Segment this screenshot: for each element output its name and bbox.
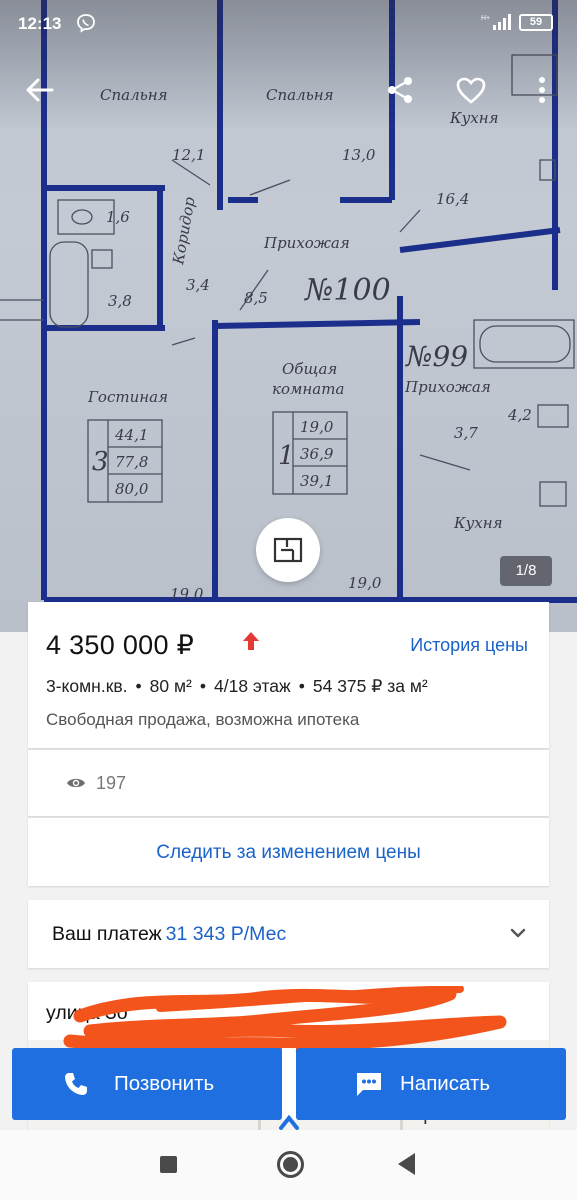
recent-apps-button[interactable] xyxy=(160,1156,177,1173)
svg-text:77,8: 77,8 xyxy=(115,453,148,471)
price-history-link[interactable]: История цены xyxy=(410,635,528,656)
write-button[interactable]: Написать xyxy=(296,1048,566,1120)
plan-room-label: Спальня xyxy=(266,86,334,104)
plan-room-label: 12,1 xyxy=(172,146,205,164)
track-price-card[interactable]: Следить за изменением цены xyxy=(28,817,549,886)
plan-room-label: Прихожая xyxy=(404,378,491,396)
arrow-left-icon xyxy=(26,78,54,102)
back-button[interactable] xyxy=(20,70,60,110)
spec-area: 80 м² xyxy=(149,676,192,696)
redaction-scribble xyxy=(63,986,507,1052)
call-label: Позвонить xyxy=(114,1072,215,1095)
system-nav-bar xyxy=(0,1130,577,1200)
payment-card[interactable]: Ваш платеж 31 343 Р/Мес xyxy=(28,900,549,968)
spec-floor: 4/18 этаж xyxy=(214,676,291,696)
spec-rooms: 3-комн.кв. xyxy=(46,676,128,696)
share-icon xyxy=(388,77,412,103)
favorite-button[interactable] xyxy=(450,70,492,110)
photo-counter: 1/8 xyxy=(500,556,552,586)
payment-label: Ваш платеж xyxy=(52,923,162,945)
plan-room-label: 3,4 xyxy=(186,276,210,294)
plan-room-label: 8,5 xyxy=(244,289,268,307)
payment-row: Ваш платеж 31 343 Р/Мес xyxy=(52,923,286,946)
price-up-arrow-icon xyxy=(243,632,259,650)
plan-room-label: 4,2 xyxy=(507,406,532,424)
plan-room-label: 1,6 xyxy=(106,208,130,226)
plan-room-label: 19,0 xyxy=(348,574,382,592)
chat-icon xyxy=(357,1073,381,1096)
svg-text:39,1: 39,1 xyxy=(300,472,333,490)
plan-room-label: Кухня xyxy=(449,109,499,127)
plan-room-label: 13,0 xyxy=(342,146,376,164)
plan-room-label: Кухня xyxy=(453,514,503,532)
floor-plan-button[interactable] xyxy=(256,518,320,582)
status-time: 12:13 xyxy=(18,14,62,33)
home-button[interactable] xyxy=(277,1151,304,1178)
chevron-down-icon[interactable] xyxy=(509,924,527,942)
track-price-button[interactable]: Следить за изменением цены xyxy=(28,842,549,864)
floor-plan-icon xyxy=(273,537,303,563)
svg-text:80,0: 80,0 xyxy=(115,480,149,498)
listing-specs: 3-комн.кв. • 80 м² • 4/18 этаж • 54 375 ₽ за м… xyxy=(46,676,428,696)
plan-room-label: Общая xyxy=(282,360,337,378)
battery-icon: 59 xyxy=(519,14,553,31)
svg-text:36,9: 36,9 xyxy=(300,445,334,463)
sale-type: Свободная продажа, возможна ипотека xyxy=(46,710,360,729)
viber-icon xyxy=(77,14,95,33)
plan-table-left-rooms: 3 xyxy=(92,447,109,477)
plan-room-label: №100 xyxy=(303,273,391,308)
heart-icon xyxy=(456,77,486,104)
svg-text:19,0: 19,0 xyxy=(300,418,334,436)
svg-text:H+: H+ xyxy=(481,15,490,22)
eye-icon xyxy=(67,778,85,788)
plan-room-label: Прихожая xyxy=(263,234,350,252)
plan-room-label: Коридор xyxy=(169,195,199,267)
plan-room-label: 16,4 xyxy=(436,190,469,208)
phone-icon xyxy=(65,1073,87,1095)
views-count: 197 xyxy=(96,773,127,793)
write-label: Написать xyxy=(400,1072,491,1095)
price: 4 350 000 ₽ xyxy=(46,630,195,660)
system-back-button[interactable] xyxy=(398,1153,415,1175)
plan-table-mid-rooms: 1 xyxy=(278,441,295,471)
more-vertical-icon xyxy=(539,77,545,103)
more-options-button[interactable] xyxy=(528,70,556,110)
views-card: 197 xyxy=(28,749,549,816)
plan-room-label: 3,7 xyxy=(454,424,478,442)
plan-room-label: 19,0 xyxy=(170,585,204,603)
status-bar: 12:13 H+ 59 xyxy=(0,0,577,46)
spec-price-per-m2: 54 375 ₽ за м² xyxy=(312,676,428,696)
call-button[interactable]: Позвонить xyxy=(12,1048,282,1120)
share-button[interactable] xyxy=(380,70,420,110)
plan-room-label: №99 xyxy=(405,340,468,373)
svg-text:44,1: 44,1 xyxy=(114,426,148,444)
plan-room-label: Спальня xyxy=(100,86,168,104)
plan-room-label: комната xyxy=(272,380,344,398)
payment-value: 31 343 Р/Мес xyxy=(165,923,287,945)
price-card: 4 350 000 ₽ История цены 3-комн.кв. • 80 м… xyxy=(28,602,549,748)
signal-icon: H+ xyxy=(481,14,511,30)
plan-room-label: Гостиная xyxy=(87,388,168,406)
plan-room-label: 3,8 xyxy=(108,292,132,310)
